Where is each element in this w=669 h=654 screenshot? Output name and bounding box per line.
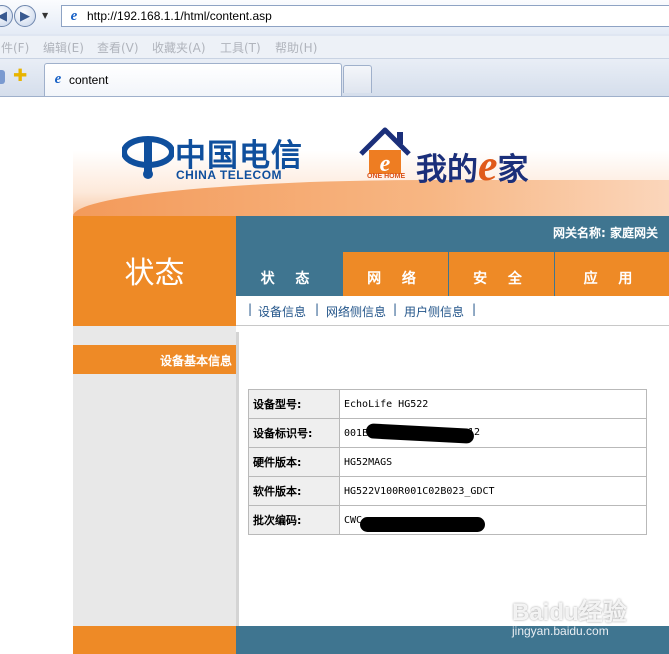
nav-tab-security[interactable]: 安 全 (449, 252, 554, 296)
new-tab-button[interactable] (343, 65, 372, 93)
menu-edit[interactable]: 编辑(E) (43, 39, 84, 56)
sub-nav-separator: | (472, 302, 477, 316)
history-dropdown-icon[interactable]: ▼ (42, 11, 48, 20)
footer-left (73, 626, 236, 654)
nav-tab-network[interactable]: 网 络 (343, 252, 448, 296)
table-row: 设备型号: EchoLife HG522 (248, 389, 647, 419)
slogan-suffix: 家 (497, 152, 529, 188)
nav-tab-application[interactable]: 应 用 (555, 252, 669, 296)
browser-tab-title: content (69, 73, 109, 87)
redaction-mark (360, 517, 485, 532)
row-label-model: 设备型号: (248, 389, 340, 419)
menu-tools[interactable]: 工具(T) (220, 39, 261, 56)
sub-nav-divider (236, 325, 669, 326)
row-value-model: EchoLife HG522 (339, 389, 647, 419)
sub-link-wan-info[interactable]: 网络侧信息 (326, 303, 386, 320)
sub-link-lan-info[interactable]: 用户侧信息 (404, 303, 464, 320)
table-row: 软件版本: HG522V100R001C02B023_GDCT (248, 476, 647, 506)
row-label-hardware: 硬件版本: (248, 447, 340, 477)
menu-view[interactable]: 查看(V) (97, 39, 139, 56)
ie-page-icon: e (70, 7, 78, 24)
slogan-e: e (478, 141, 498, 190)
menu-favorites[interactable]: 收藏夹(A) (152, 39, 206, 56)
row-value-hardware: HG52MAGS (339, 447, 647, 477)
slogan-prefix: 我的 (416, 152, 478, 188)
row-value-software: HG522V100R001C02B023_GDCT (339, 476, 647, 506)
forward-button[interactable]: ▶ (14, 5, 36, 27)
sub-nav-separator: | (248, 302, 253, 316)
row-label-batch: 批次编码: (248, 505, 340, 535)
nav-tab-status[interactable]: 状 态 (236, 252, 342, 296)
row-label-device-id: 设备标识号: (248, 418, 340, 448)
sidebar-item-label[interactable]: 设备基本信息 (73, 352, 232, 369)
brand-name-en: CHINA TELECOM (176, 168, 283, 182)
sidebar-spacer (73, 326, 236, 345)
url-text[interactable]: http://192.168.1.1/html/content.asp (87, 9, 272, 23)
ehome-house-icon: e (359, 127, 411, 177)
my-ehome-logo: 我的e家 (416, 140, 529, 191)
sub-link-device-info[interactable]: 设备信息 (258, 303, 306, 320)
one-home-tagline: ONE HOME (367, 173, 406, 180)
menu-file[interactable]: 件(F) (1, 39, 29, 56)
watermark-url: jingyan.baidu.com (512, 624, 609, 638)
sub-nav-separator: | (393, 302, 398, 316)
device-info-table: 设备型号: EchoLife HG522 设备标识号: 001E 12 硬件版本… (248, 389, 647, 535)
add-favorites-star-icon[interactable]: ✚ (13, 66, 27, 86)
menu-bar: 件(F) 编辑(E) 查看(V) 收藏夹(A) 工具(T) 帮助(H) (0, 36, 669, 59)
favorites-center-icon[interactable] (0, 70, 5, 84)
table-row: 硬件版本: HG52MAGS (248, 447, 647, 477)
gateway-name: 网关名称: 家庭网关 (553, 226, 658, 240)
forward-arrow-icon: ▶ (20, 8, 30, 24)
tab-ie-icon: e (54, 70, 62, 87)
sub-nav-separator: | (315, 302, 320, 316)
menu-help[interactable]: 帮助(H) (275, 39, 317, 56)
section-title: 状态 (124, 256, 185, 291)
row-label-software: 软件版本: (248, 476, 340, 506)
watermark-brand: Baidu经验 (512, 599, 627, 626)
sidebar-panel (73, 374, 236, 626)
device-id-prefix: 001E (344, 427, 369, 439)
china-telecom-logo-icon (122, 136, 174, 179)
